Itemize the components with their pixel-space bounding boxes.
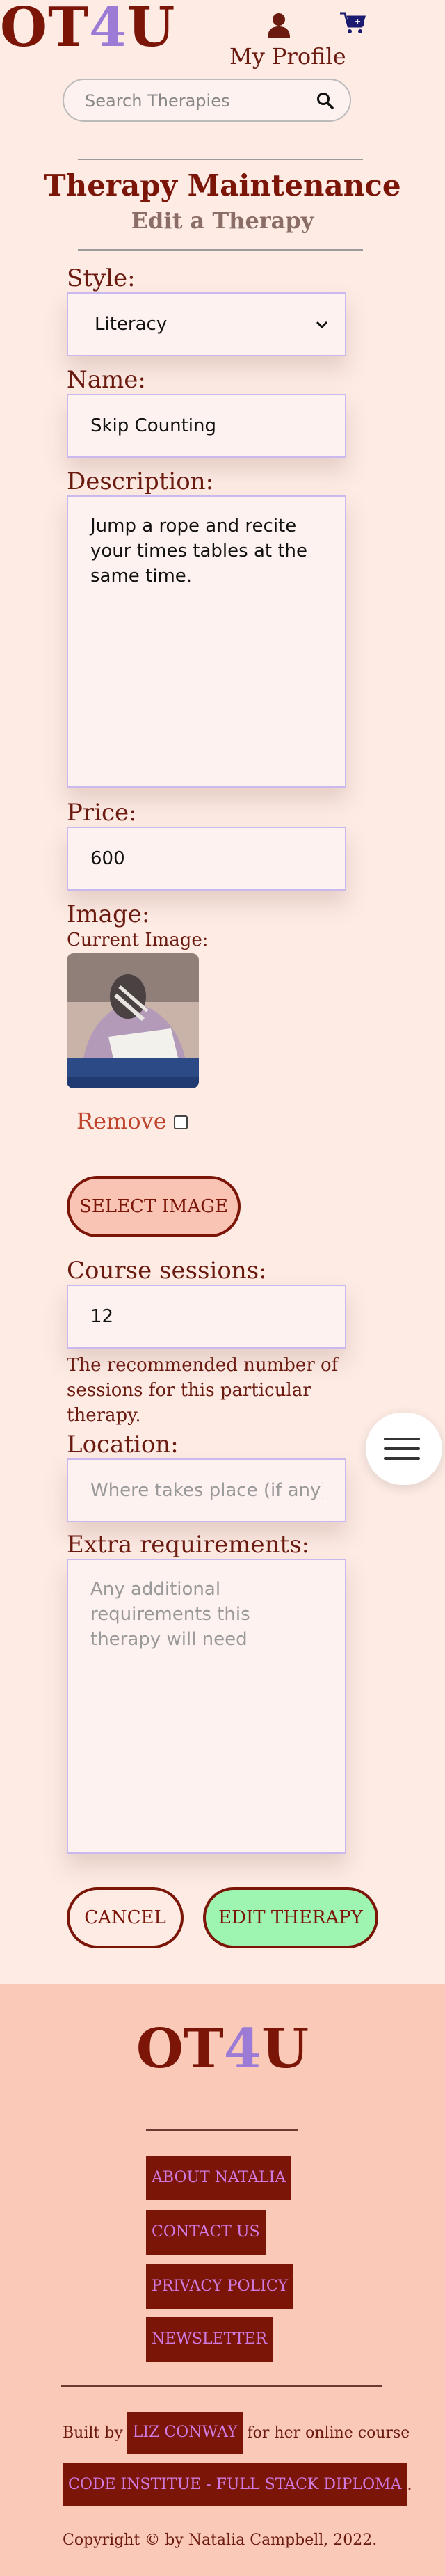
copyright-text: Copyright © by Natalia Campbell, 2022.	[63, 2531, 378, 2549]
search-input[interactable]	[83, 90, 295, 112]
cart-icon[interactable]: +	[339, 11, 366, 35]
site-logo[interactable]: OT4U	[0, 0, 175, 56]
style-selected-value: Literacy	[95, 314, 168, 335]
extra-requirements-label: Extra requirements:	[67, 1531, 310, 1559]
description-textarea[interactable]: Jump a rope and recite your times tables…	[68, 497, 345, 786]
footer-logo-text-ot: OT	[136, 2017, 224, 2081]
footer-logo-text-u: U	[261, 2017, 309, 2081]
search-bar	[63, 79, 351, 122]
description-field: Jump a rope and recite your times tables…	[67, 495, 346, 788]
footer-link-newsletter[interactable]: NEWSLETTER	[146, 2317, 273, 2362]
divider	[78, 159, 363, 160]
page-subtitle: Edit a Therapy	[131, 207, 314, 234]
footer-link-about[interactable]: ABOUT NATALIA	[146, 2156, 292, 2200]
course-sessions-label: Course sessions:	[67, 1257, 267, 1285]
page-title: Therapy Maintenance	[44, 168, 401, 202]
edit-therapy-button[interactable]: EDIT THERAPY	[203, 1887, 378, 1948]
select-image-button[interactable]: SELECT IMAGE	[67, 1176, 241, 1237]
logo-text-u: U	[127, 0, 176, 59]
built-by-text: Built by	[63, 2424, 123, 2442]
my-profile-link[interactable]: My Profile	[229, 43, 346, 70]
footer-link-contact[interactable]: CONTACT US	[146, 2210, 266, 2255]
current-image-label: Current Image:	[67, 930, 209, 951]
sessions-field	[67, 1285, 346, 1349]
price-field	[67, 827, 346, 891]
course-link[interactable]: CODE INSTITUE - FULL STACK DIPLOMA	[63, 2463, 407, 2506]
chevron-down-icon	[316, 316, 328, 333]
style-select[interactable]: Literacy	[67, 292, 346, 356]
sessions-help-text: The recommended number of sessions for t…	[67, 1355, 339, 1426]
name-label: Name:	[67, 366, 146, 394]
location-input[interactable]	[68, 1460, 345, 1521]
svg-text:+: +	[355, 17, 361, 26]
price-input[interactable]	[68, 828, 345, 889]
name-input[interactable]	[68, 395, 345, 456]
price-label: Price:	[67, 799, 137, 827]
user-icon[interactable]	[267, 13, 291, 38]
style-label: Style:	[67, 264, 136, 292]
footer-logo-text-four: 4	[223, 2017, 262, 2081]
logo-text-ot: OT	[0, 0, 89, 59]
name-field	[67, 394, 346, 458]
footer-link-privacy[interactable]: PRIVACY POLICY	[146, 2264, 294, 2309]
remove-image-checkbox[interactable]	[174, 1115, 188, 1129]
course-line: CODE INSTITUE - FULL STACK DIPLOMA .	[63, 2463, 412, 2506]
extra-requirements-field	[67, 1559, 346, 1854]
footer-divider	[61, 2385, 382, 2387]
footer-logo[interactable]: OT4U	[0, 2018, 445, 2081]
footer-divider	[146, 2129, 298, 2131]
built-by-suffix-text: for her online course	[247, 2424, 410, 2442]
course-suffix: .	[407, 2476, 412, 2494]
menu-toggle-button[interactable]	[366, 1413, 442, 1485]
remove-image-label: Remove	[76, 1108, 167, 1134]
cancel-button[interactable]: CANCEL	[67, 1887, 184, 1948]
sessions-input[interactable]	[68, 1286, 345, 1347]
hamburger-icon	[384, 1438, 420, 1440]
image-label: Image:	[67, 900, 150, 928]
current-therapy-image	[67, 953, 199, 1088]
description-label: Description:	[67, 468, 214, 495]
location-label: Location:	[67, 1431, 179, 1458]
location-field	[67, 1458, 346, 1522]
divider	[78, 249, 363, 251]
extra-requirements-textarea[interactable]	[68, 1560, 345, 1852]
author-link[interactable]: LIZ CONWAY	[127, 2412, 243, 2454]
search-icon[interactable]	[316, 92, 334, 110]
logo-text-four: 4	[89, 0, 128, 59]
hamburger-icon	[384, 1447, 420, 1450]
hamburger-icon	[384, 1457, 420, 1460]
built-by-line: Built by LIZ CONWAY for her online cours…	[63, 2412, 410, 2454]
